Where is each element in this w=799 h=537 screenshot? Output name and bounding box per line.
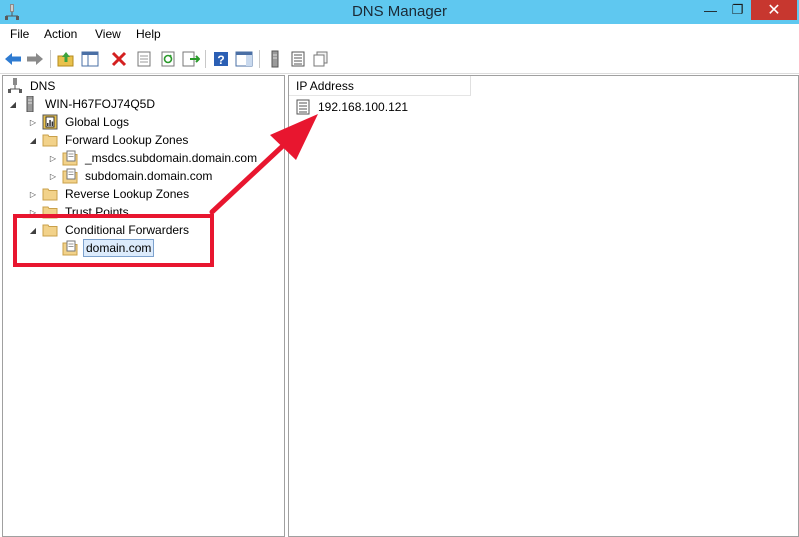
- tree-label: _msdcs.subdomain.domain.com: [85, 151, 258, 165]
- collapse-arrow-icon[interactable]: ◢: [8, 95, 18, 113]
- menu-bar: File Action View Help: [0, 24, 799, 44]
- tree-item-global-logs[interactable]: ▷ Global Logs: [28, 113, 131, 131]
- refresh-icon[interactable]: [159, 50, 177, 68]
- menu-action[interactable]: Action: [44, 26, 77, 42]
- export-list-icon[interactable]: [182, 50, 200, 68]
- forwarder-icon[interactable]: [312, 50, 330, 68]
- back-icon[interactable]: [4, 50, 22, 68]
- details-pane[interactable]: IP Address 192.168.100.121: [288, 75, 799, 537]
- column-header-ip-address[interactable]: IP Address: [289, 76, 471, 96]
- expand-arrow-icon[interactable]: ▷: [48, 167, 58, 185]
- tree-label: DNS: [30, 79, 56, 93]
- show-hide-console-tree-icon[interactable]: [81, 50, 99, 68]
- tree-item-dns[interactable]: DNS: [7, 77, 57, 95]
- tree-item-msdcs-zone[interactable]: ▷ _msdcs.subdomain.domain.com: [48, 149, 259, 167]
- ip-address-value: 192.168.100.121: [318, 100, 409, 114]
- tree-label: WIN-H67FOJ74Q5D: [45, 97, 156, 111]
- help-icon[interactable]: ?: [212, 50, 230, 68]
- event-log-icon: [42, 114, 58, 130]
- menu-view[interactable]: View: [95, 26, 121, 42]
- collapse-arrow-icon[interactable]: ◢: [28, 131, 38, 149]
- toolbar-separator: [50, 50, 51, 68]
- zone-icon[interactable]: [289, 50, 307, 68]
- zone-icon: [62, 150, 78, 166]
- tree-item-subdomain-zone[interactable]: ▷ subdomain.domain.com: [48, 167, 214, 185]
- window-title: DNS Manager: [351, 3, 448, 20]
- console-tree[interactable]: DNS ◢ WIN-H67FOJ74Q5D ▷ Global Logs ◢ Fo…: [2, 75, 285, 537]
- delete-icon[interactable]: [110, 50, 128, 68]
- expand-arrow-icon[interactable]: ▷: [28, 113, 38, 131]
- tree-label: Global Logs: [65, 115, 130, 129]
- up-level-icon[interactable]: [57, 50, 75, 68]
- zone-icon: [62, 168, 78, 184]
- expand-arrow-icon[interactable]: ▷: [48, 149, 58, 167]
- tree-label: Forward Lookup Zones: [65, 133, 189, 147]
- tree-label: subdomain.domain.com: [85, 169, 213, 183]
- folder-icon: [42, 132, 58, 148]
- expand-arrow-icon[interactable]: ▷: [28, 185, 38, 203]
- server-icon: [22, 96, 38, 112]
- server-icon[interactable]: [266, 50, 284, 68]
- tree-item-server[interactable]: ◢ WIN-H67FOJ74Q5D: [8, 95, 157, 113]
- svg-text:?: ?: [217, 53, 224, 67]
- close-button[interactable]: ✕: [751, 0, 797, 20]
- tree-item-forward-lookup-zones[interactable]: ◢ Forward Lookup Zones: [28, 131, 190, 149]
- folder-icon: [42, 186, 58, 202]
- menu-file[interactable]: File: [10, 26, 29, 42]
- forward-icon[interactable]: [26, 50, 44, 68]
- toolbar: ?: [0, 44, 799, 74]
- dns-icon: [7, 78, 23, 94]
- menu-help[interactable]: Help: [136, 26, 161, 42]
- tree-item-reverse-lookup-zones[interactable]: ▷ Reverse Lookup Zones: [28, 185, 191, 203]
- properties-icon[interactable]: [135, 50, 153, 68]
- show-action-pane-icon[interactable]: [235, 50, 253, 68]
- toolbar-separator: [259, 50, 260, 68]
- tree-label: Reverse Lookup Zones: [65, 187, 190, 201]
- record-icon: [295, 99, 311, 115]
- minimize-button[interactable]: —: [697, 0, 724, 20]
- list-item[interactable]: 192.168.100.121: [295, 98, 410, 116]
- toolbar-separator: [205, 50, 206, 68]
- highlight-annotation-box: [13, 214, 214, 267]
- title-bar: DNS Manager — ❐ ✕: [0, 0, 799, 24]
- maximize-button[interactable]: ❐: [724, 0, 751, 20]
